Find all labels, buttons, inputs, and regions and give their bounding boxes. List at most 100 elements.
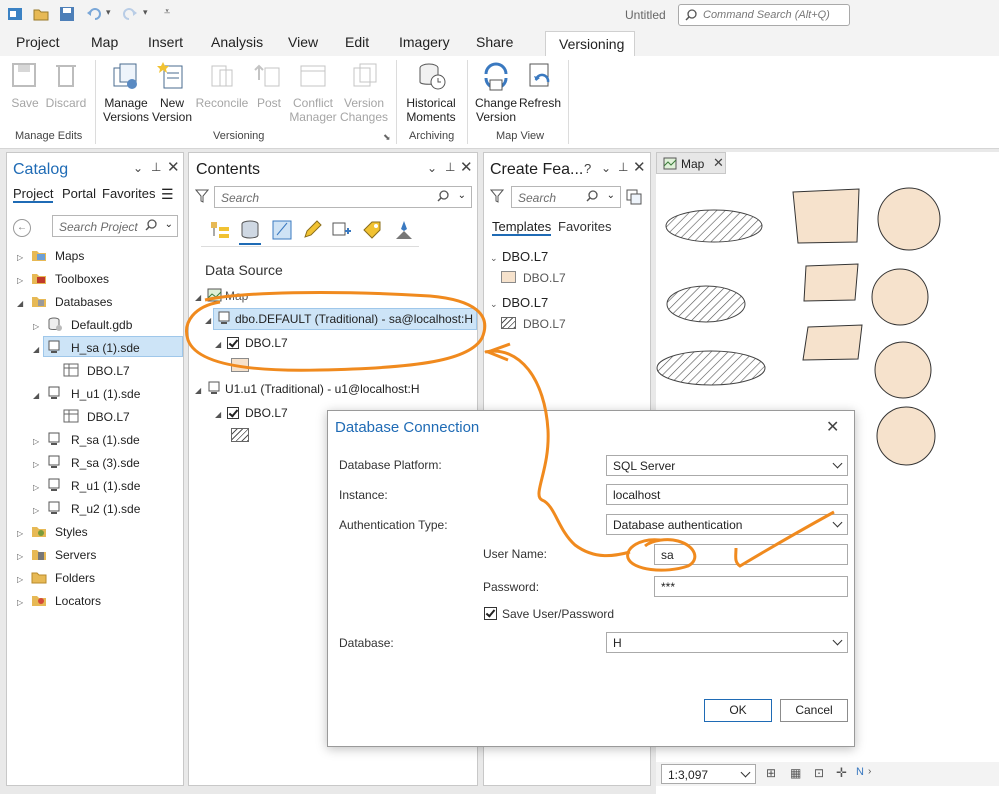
instance-input[interactable]: localhost — [606, 484, 848, 505]
tab-edit[interactable]: Edit — [345, 34, 369, 50]
list-by-perspective-imagery-icon[interactable] — [393, 219, 415, 241]
chevron-down-icon[interactable]: ⌄ — [165, 219, 173, 230]
redo-icon[interactable] — [122, 6, 138, 22]
map-feature-circle[interactable] — [877, 187, 941, 251]
snapping-icon[interactable]: ⊡ — [814, 766, 824, 780]
catalog-item-databases[interactable]: ◢ Databases — [17, 295, 112, 309]
list-by-editing-icon[interactable] — [301, 219, 323, 241]
save-edits-button[interactable]: Save — [6, 60, 44, 110]
list-by-selection-icon[interactable] — [271, 219, 293, 241]
contents-layer-dbo-l7[interactable]: ◢ DBO.L7 — [215, 336, 288, 350]
close-icon[interactable]: ✕ — [826, 417, 839, 437]
map-feature-hatched[interactable] — [656, 350, 766, 386]
authentication-type-select[interactable]: Database authentication — [606, 514, 848, 535]
search-icon[interactable] — [437, 190, 449, 202]
historical-moments-button[interactable]: Historical Moments — [402, 60, 460, 124]
catalog-tab-project[interactable]: Project — [13, 186, 54, 203]
close-icon[interactable]: ✕ — [633, 158, 646, 176]
undo-dropdown-icon[interactable]: ▾ — [106, 7, 111, 18]
map-feature-polygon[interactable] — [803, 263, 859, 302]
polygon-fill-symbol[interactable] — [231, 358, 249, 372]
open-project-icon[interactable] — [33, 6, 49, 22]
chevron-right-icon[interactable]: › — [868, 766, 871, 777]
create-features-search-input[interactable]: Search ⌄ — [511, 186, 621, 208]
save-user-password-checkbox[interactable] — [484, 607, 497, 620]
catalog-tab-portal[interactable]: Portal — [62, 186, 96, 201]
tab-analysis[interactable]: Analysis — [211, 34, 263, 50]
filter-icon[interactable] — [490, 189, 504, 203]
feature-template-dbo-l7[interactable]: DBO.L7 — [523, 271, 566, 285]
catalog-item-maps[interactable]: ▷ Maps — [17, 249, 84, 263]
user-name-input[interactable]: sa — [654, 544, 848, 565]
search-icon[interactable] — [586, 190, 598, 202]
database-platform-select[interactable]: SQL Server — [606, 455, 848, 476]
catalog-item-styles[interactable]: ▷ Styles — [17, 525, 88, 539]
catalog-item-h-sa-1-sde[interactable]: ◢ H_sa (1).sde — [33, 340, 140, 355]
pin-icon[interactable]: ⊥ — [151, 160, 161, 174]
template-group-dbo-l7[interactable]: ⌄ DBO.L7 — [490, 249, 548, 264]
versioning-dialog-launcher-icon[interactable]: ⬊ — [383, 132, 391, 143]
new-version-button[interactable]: New Version — [150, 60, 194, 124]
close-icon[interactable]: ✕ — [460, 158, 473, 176]
manage-templates-icon[interactable] — [626, 189, 642, 205]
contents-layer-dbo-l7[interactable]: ◢ DBO.L7 — [215, 406, 288, 420]
pane-options-icon[interactable]: ⌄ — [133, 161, 143, 175]
feature-template-dbo-l7[interactable]: DBO.L7 — [523, 317, 566, 331]
close-icon[interactable]: ✕ — [167, 158, 180, 176]
list-by-labeling-icon[interactable] — [361, 219, 383, 241]
cancel-button[interactable]: Cancel — [780, 699, 848, 722]
catalog-item-folders[interactable]: ▷ Folders — [17, 571, 95, 585]
catalog-item-r-sa-3-sde[interactable]: ▷ R_sa (3).sde — [33, 455, 140, 470]
redo-dropdown-icon[interactable]: ▾ — [143, 7, 148, 18]
customize-toolbar-icon[interactable]: ⩡ — [164, 6, 170, 19]
pin-icon[interactable]: ⊥ — [618, 160, 628, 174]
ok-button[interactable]: OK — [704, 699, 772, 722]
layer-visibility-checkbox[interactable] — [227, 407, 239, 419]
pan-icon[interactable]: ✛ — [836, 765, 847, 781]
catalog-item-r-sa-1-sde[interactable]: ▷ R_sa (1).sde — [33, 432, 140, 447]
change-version-button[interactable]: Change Version — [472, 60, 520, 124]
contents-item-connection-2[interactable]: ◢ U1.u1 (Traditional) - u1@localhost:H — [195, 381, 419, 396]
scale-selector[interactable]: 1:3,097 — [661, 764, 756, 784]
save-project-icon[interactable] — [59, 6, 75, 22]
back-icon[interactable]: ← — [13, 219, 31, 237]
catalog-item-toolboxes[interactable]: ▷ Toolboxes — [17, 272, 109, 286]
undo-icon[interactable] — [86, 6, 102, 22]
tab-versioning[interactable]: Versioning — [545, 31, 635, 56]
refresh-button[interactable]: Refresh — [519, 60, 561, 110]
help-icon[interactable]: ? — [584, 161, 591, 176]
catalog-search-input[interactable]: Search Project ⌄ — [52, 215, 178, 237]
filter-icon[interactable] — [195, 189, 209, 203]
menu-icon[interactable]: ☰ — [161, 186, 174, 203]
tab-favorites[interactable]: Favorites — [558, 219, 611, 234]
north-arrow-icon[interactable]: N — [856, 766, 864, 778]
template-group-dbo-l7[interactable]: ⌄ DBO.L7 — [490, 295, 548, 310]
catalog-item-default-gdb[interactable]: ▷ Default.gdb — [33, 317, 132, 332]
catalog-tab-favorites[interactable]: Favorites — [102, 186, 155, 201]
contents-search-input[interactable]: Search ⌄ — [214, 186, 472, 208]
catalog-item-r-u1-1-sde[interactable]: ▷ R_u1 (1).sde — [33, 478, 140, 493]
list-by-data-source-icon[interactable] — [239, 219, 261, 245]
tab-imagery[interactable]: Imagery — [399, 34, 450, 50]
version-changes-button[interactable]: Version Changes — [339, 60, 389, 124]
manage-versions-button[interactable]: Manage Versions — [101, 60, 151, 124]
map-feature-circle[interactable] — [876, 406, 936, 466]
password-input[interactable]: *** — [654, 576, 848, 597]
catalog-item-servers[interactable]: ▷ Servers — [17, 548, 96, 562]
post-button[interactable]: Post — [252, 60, 286, 110]
layer-visibility-checkbox[interactable] — [227, 337, 239, 349]
tab-view[interactable]: View — [288, 34, 318, 50]
fixed-zoom-icon[interactable]: ⊞ — [766, 766, 776, 780]
tab-insert[interactable]: Insert — [148, 34, 183, 50]
map-feature-circle[interactable] — [871, 268, 929, 326]
reconcile-button[interactable]: Reconcile — [195, 60, 249, 110]
map-feature-hatched[interactable] — [666, 285, 746, 323]
list-by-snapping-icon[interactable] — [331, 219, 353, 241]
catalog-item-h-u1-1-sde[interactable]: ◢ H_u1 (1).sde — [33, 386, 140, 401]
grid-icon[interactable]: ▦ — [790, 766, 801, 780]
catalog-item-r-u2-1-sde[interactable]: ▷ R_u2 (1).sde — [33, 501, 140, 516]
search-icon[interactable] — [145, 219, 157, 231]
conflict-manager-button[interactable]: Conflict Manager — [287, 60, 339, 124]
tab-share[interactable]: Share — [476, 34, 513, 50]
chevron-down-icon[interactable]: ⌄ — [458, 190, 466, 201]
